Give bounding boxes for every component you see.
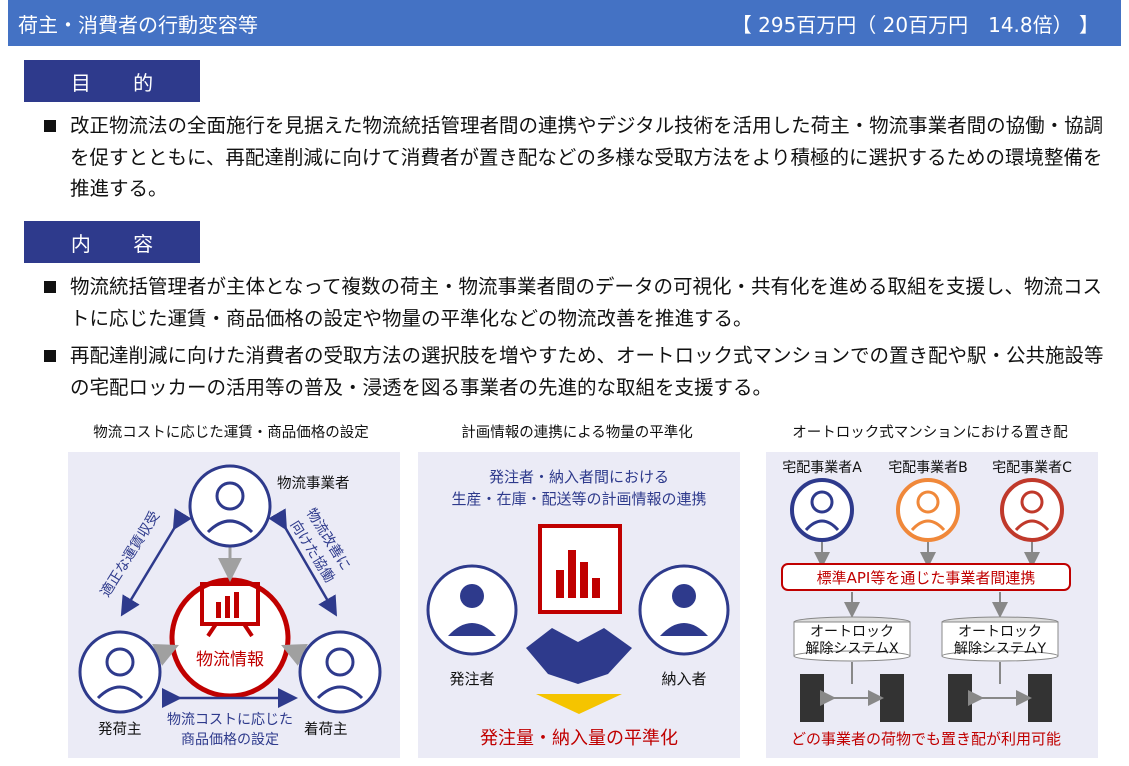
bullet-square-icon <box>44 120 56 132</box>
purpose-bullet: 改正物流法の全面施行を見据えた物流統括管理者間の連携やデジタル技術を活用した荷主… <box>44 110 1114 205</box>
content-text-2: 再配達削減に向けた消費者の受取方法の選択肢を増やすため、オートロック式マンション… <box>70 344 1104 399</box>
desc-line-2: 生産・在庫・配送等の計画情報の連携 <box>451 490 706 508</box>
bar-chart-document-icon <box>538 524 622 614</box>
figure3-panel: 宅配事業者A 宅配事業者B 宅配事業者C 標準API等を通じた事業者間連携 オー… <box>766 452 1098 758</box>
figure3-diagram: 宅配事業者A 宅配事業者B 宅配事業者C 標準API等を通じた事業者間連携 オー… <box>781 460 1072 748</box>
figure1-diagram: 物流情報 物流事業者 発荷主 着荷主 適正な運賃収受 物流改善に 向けた協働 物… <box>78 464 382 748</box>
content-bullet-1: 物流統括管理者が主体となって複数の荷主・物流事業者間のデータの可視化・共有化を進… <box>44 271 1114 334</box>
logistics-operator-icon <box>188 464 272 548</box>
left-arrow-label: 適正な運賃収受 <box>97 508 163 600</box>
bullet-square-icon <box>44 350 56 362</box>
left-label: 発荷主 <box>98 721 142 738</box>
orderer-icon <box>426 564 518 656</box>
carrier-a-icon <box>790 478 854 542</box>
carrier-b-icon <box>896 478 960 542</box>
content-bullet-2: 再配達削減に向けた消費者の受取方法の選択肢を増やすため、オートロック式マンション… <box>44 340 1114 403</box>
result-label: 発注量・納入量の平準化 <box>480 728 678 749</box>
desc-line-1: 発注者・納入者間における <box>489 468 669 486</box>
page-title: 荷主・消費者の行動変容等 <box>18 12 258 37</box>
right-label: 着荷主 <box>304 721 348 738</box>
carrier-b-label: 宅配事業者B <box>888 460 968 476</box>
figure2-panel: 発注者・納入者間における 生産・在庫・配送等の計画情報の連携 発注者 納入者 発… <box>418 452 740 758</box>
purpose-label: 目 的 <box>24 60 200 102</box>
figure2-diagram: 発注者・納入者間における 生産・在庫・配送等の計画情報の連携 発注者 納入者 発… <box>426 468 730 749</box>
autolock-system-x: オートロック 解除システムX <box>793 616 911 662</box>
bottom-label-1: 物流コストに応じた <box>167 712 293 728</box>
carrier-a-label: 宅配事業者A <box>782 460 862 476</box>
right-label: 納入者 <box>661 670 706 688</box>
supplier-icon <box>638 564 730 656</box>
down-arrow-icon <box>536 694 622 714</box>
bottom-label-2: 商品価格の設定 <box>181 732 279 748</box>
left-label: 発注者 <box>449 670 494 688</box>
autolock-system-y: オートロック 解除システムY <box>941 616 1059 662</box>
carrier-c-icon <box>1000 478 1064 542</box>
system-x-line-1: オートロック <box>810 624 894 640</box>
figure1-panel: 物流情報 物流事業者 発荷主 着荷主 適正な運賃収受 物流改善に 向けた協働 物… <box>68 452 400 758</box>
consignee-icon <box>298 630 382 714</box>
system-y-line-2: 解除システムY <box>954 641 1047 657</box>
figure2-title: 計画情報の連携による物量の平準化 <box>461 425 693 441</box>
top-label: 物流事業者 <box>277 475 350 492</box>
system-y-line-1: オートロック <box>958 624 1042 640</box>
carrier-c-label: 宅配事業者C <box>992 460 1072 476</box>
figure1-title: 物流コストに応じた運賃・商品価格の設定 <box>93 425 369 441</box>
system-x-line-2: 解除システムX <box>805 641 899 657</box>
figure3-title: オートロック式マンションにおける置き配 <box>792 425 1068 441</box>
budget-amount: 【 295百万円（ 20百万円 14.8倍） 】 <box>731 12 1099 37</box>
result-label: どの事業者の荷物でも置き配が利用可能 <box>791 730 1061 748</box>
handshake-icon <box>526 628 632 684</box>
shipper-icon <box>78 630 162 714</box>
content-text-1: 物流統括管理者が主体となって複数の荷主・物流事業者間のデータの可視化・共有化を進… <box>70 275 1102 330</box>
content-label: 内 容 <box>24 221 200 263</box>
api-link-label: 標準API等を通じた事業者間連携 <box>817 569 1036 587</box>
header-bar: 荷主・消費者の行動変容等 【 295百万円（ 20百万円 14.8倍） 】 <box>8 0 1121 46</box>
center-label: 物流情報 <box>196 650 264 670</box>
purpose-text: 改正物流法の全面施行を見据えた物流統括管理者間の連携やデジタル技術を活用した荷主… <box>70 114 1104 200</box>
bullet-square-icon <box>44 281 56 293</box>
